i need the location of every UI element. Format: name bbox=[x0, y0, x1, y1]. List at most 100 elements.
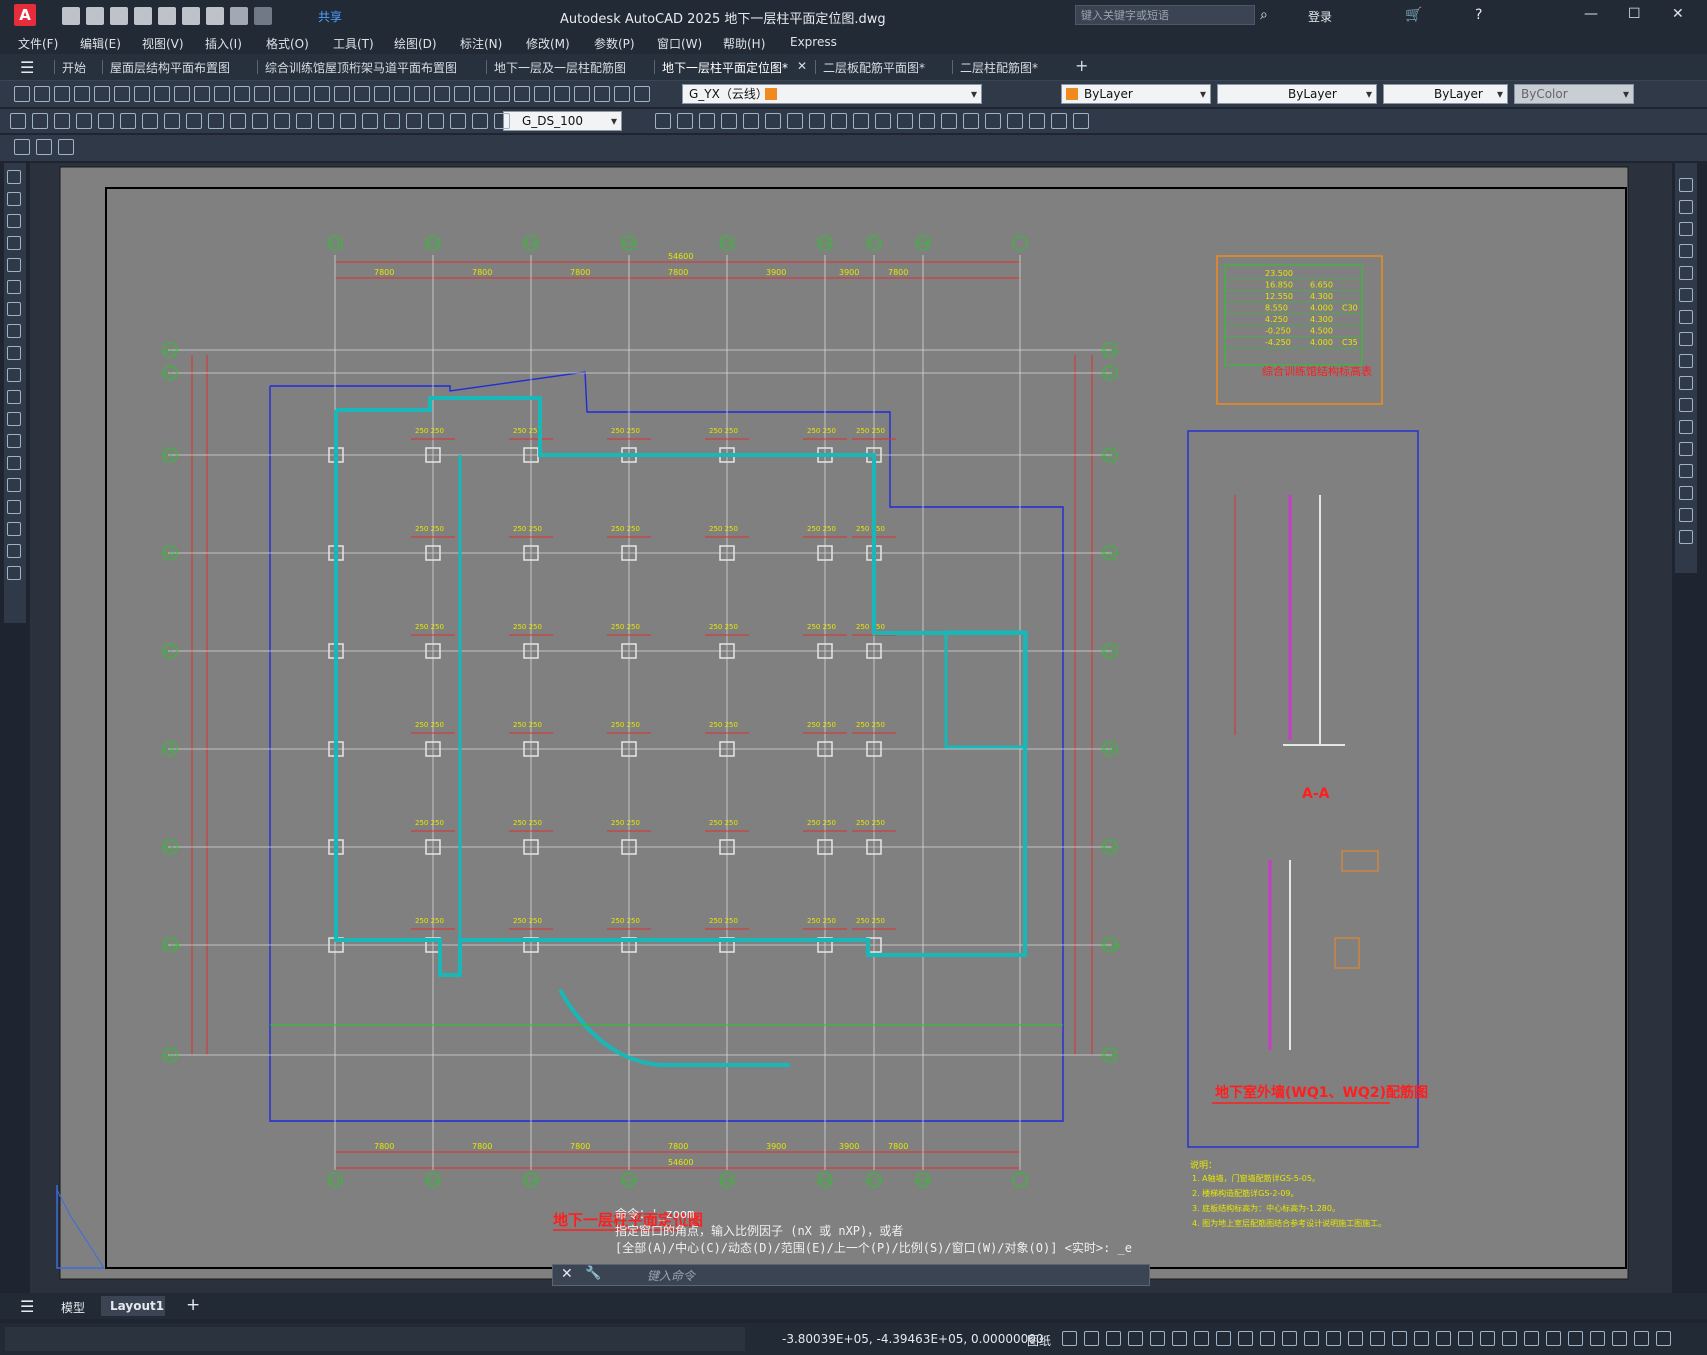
modify-tool-icon[interactable] bbox=[941, 113, 957, 129]
dim-tool-icon[interactable] bbox=[186, 113, 202, 129]
modify-tool-icon[interactable] bbox=[1029, 113, 1045, 129]
dim-tool-icon[interactable] bbox=[76, 113, 92, 129]
draw-tool-icon[interactable] bbox=[7, 434, 21, 448]
draw-tool-icon[interactable] bbox=[7, 456, 21, 470]
coordinate-readout[interactable]: -3.80039E+05, -4.39463E+05, 0.00000000 bbox=[782, 1332, 1044, 1346]
draw-tool-icon[interactable] bbox=[7, 302, 21, 316]
tool-icon[interactable] bbox=[154, 86, 170, 102]
dim-tool-icon[interactable] bbox=[274, 113, 290, 129]
status-toggle-icon[interactable] bbox=[1106, 1331, 1121, 1346]
tool-icon[interactable] bbox=[294, 86, 310, 102]
dim-tool-icon[interactable] bbox=[252, 113, 268, 129]
status-toggle-icon[interactable] bbox=[1062, 1331, 1077, 1346]
tool-icon[interactable] bbox=[474, 86, 490, 102]
draw-tool-icon[interactable] bbox=[7, 544, 21, 558]
dim-tool-icon[interactable] bbox=[296, 113, 312, 129]
dim-tool-icon[interactable] bbox=[32, 113, 48, 129]
modify-tool-icon[interactable] bbox=[1679, 222, 1693, 236]
draw-tool-icon[interactable] bbox=[7, 478, 21, 492]
extra-tool-icon[interactable] bbox=[36, 139, 52, 155]
draw-tool-icon[interactable] bbox=[7, 346, 21, 360]
status-toggle-icon[interactable] bbox=[1348, 1331, 1363, 1346]
draw-tool-icon[interactable] bbox=[7, 324, 21, 338]
status-toggle-icon[interactable] bbox=[1392, 1331, 1407, 1346]
dim-tool-icon[interactable] bbox=[98, 113, 114, 129]
tool-icon[interactable] bbox=[374, 86, 390, 102]
tool-icon[interactable] bbox=[274, 86, 290, 102]
dim-tool-icon[interactable] bbox=[384, 113, 400, 129]
dim-tool-icon[interactable] bbox=[450, 113, 466, 129]
modify-tool-icon[interactable] bbox=[1679, 288, 1693, 302]
tool-icon[interactable] bbox=[434, 86, 450, 102]
tool-icon[interactable] bbox=[14, 86, 30, 102]
modify-tool-icon[interactable] bbox=[743, 113, 759, 129]
command-close-icon[interactable]: ✕ bbox=[561, 1266, 573, 1282]
tool-icon[interactable] bbox=[94, 86, 110, 102]
tool-icon[interactable] bbox=[394, 86, 410, 102]
tool-icon[interactable] bbox=[234, 86, 250, 102]
modify-tool-icon[interactable] bbox=[919, 113, 935, 129]
modify-tool-icon[interactable] bbox=[1679, 464, 1693, 478]
tool-icon[interactable] bbox=[554, 86, 570, 102]
status-toggle-icon[interactable] bbox=[1568, 1331, 1583, 1346]
draw-tool-icon[interactable] bbox=[7, 500, 21, 514]
add-layout-icon[interactable]: + bbox=[186, 1295, 200, 1315]
modify-tool-icon[interactable] bbox=[831, 113, 847, 129]
status-toggle-icon[interactable] bbox=[1656, 1331, 1671, 1346]
tab-layout1[interactable]: Layout1 bbox=[110, 1299, 164, 1313]
draw-tool-icon[interactable] bbox=[7, 236, 21, 250]
dim-tool-icon[interactable] bbox=[472, 113, 488, 129]
status-toggle-icon[interactable] bbox=[1634, 1331, 1649, 1346]
status-toggle-icon[interactable] bbox=[1370, 1331, 1385, 1346]
status-toggle-icon[interactable] bbox=[1612, 1331, 1627, 1346]
tool-icon[interactable] bbox=[314, 86, 330, 102]
status-toggle-icon[interactable] bbox=[1414, 1331, 1429, 1346]
tool-icon[interactable] bbox=[534, 86, 550, 102]
draw-tool-icon[interactable] bbox=[7, 522, 21, 536]
status-toggle-icon[interactable] bbox=[1128, 1331, 1143, 1346]
dim-tool-icon[interactable] bbox=[406, 113, 422, 129]
dim-tool-icon[interactable] bbox=[54, 113, 70, 129]
paper-space-toggle[interactable]: 图纸 bbox=[1027, 1332, 1051, 1349]
draw-tool-icon[interactable] bbox=[7, 368, 21, 382]
draw-tool-icon[interactable] bbox=[7, 566, 21, 580]
status-toggle-icon[interactable] bbox=[1436, 1331, 1451, 1346]
command-input[interactable]: ✕ 🔧 键入命令 bbox=[552, 1264, 1150, 1286]
tool-icon[interactable] bbox=[634, 86, 650, 102]
modify-tool-icon[interactable] bbox=[1073, 113, 1089, 129]
draw-tool-icon[interactable] bbox=[7, 412, 21, 426]
tool-icon[interactable] bbox=[594, 86, 610, 102]
status-toggle-icon[interactable] bbox=[1260, 1331, 1275, 1346]
status-toggle-icon[interactable] bbox=[1084, 1331, 1099, 1346]
modify-tool-icon[interactable] bbox=[875, 113, 891, 129]
modify-tool-icon[interactable] bbox=[1679, 442, 1693, 456]
status-toggle-icon[interactable] bbox=[1172, 1331, 1187, 1346]
tool-icon[interactable] bbox=[214, 86, 230, 102]
draw-tool-icon[interactable] bbox=[7, 390, 21, 404]
modify-tool-icon[interactable] bbox=[655, 113, 671, 129]
modify-tool-icon[interactable] bbox=[1679, 266, 1693, 280]
dim-tool-icon[interactable] bbox=[10, 113, 26, 129]
draw-tool-icon[interactable] bbox=[7, 258, 21, 272]
tool-icon[interactable] bbox=[74, 86, 90, 102]
status-toggle-icon[interactable] bbox=[1194, 1331, 1209, 1346]
status-toggle-icon[interactable] bbox=[1150, 1331, 1165, 1346]
status-toggle-icon[interactable] bbox=[1546, 1331, 1561, 1346]
modify-tool-icon[interactable] bbox=[1679, 376, 1693, 390]
tab-model[interactable]: 模型 bbox=[61, 1299, 85, 1316]
modify-tool-icon[interactable] bbox=[985, 113, 1001, 129]
status-toggle-icon[interactable] bbox=[1480, 1331, 1495, 1346]
tool-icon[interactable] bbox=[454, 86, 470, 102]
tool-icon[interactable] bbox=[114, 86, 130, 102]
modify-tool-icon[interactable] bbox=[1679, 508, 1693, 522]
tool-icon[interactable] bbox=[334, 86, 350, 102]
status-toggle-icon[interactable] bbox=[1216, 1331, 1231, 1346]
dim-tool-icon[interactable] bbox=[362, 113, 378, 129]
status-toggle-icon[interactable] bbox=[1282, 1331, 1297, 1346]
modify-tool-icon[interactable] bbox=[1679, 354, 1693, 368]
status-toggle-icon[interactable] bbox=[1590, 1331, 1605, 1346]
status-toggle-icon[interactable] bbox=[1502, 1331, 1517, 1346]
modify-tool-icon[interactable] bbox=[1007, 113, 1023, 129]
tool-icon[interactable] bbox=[54, 86, 70, 102]
modify-tool-icon[interactable] bbox=[1679, 178, 1693, 192]
